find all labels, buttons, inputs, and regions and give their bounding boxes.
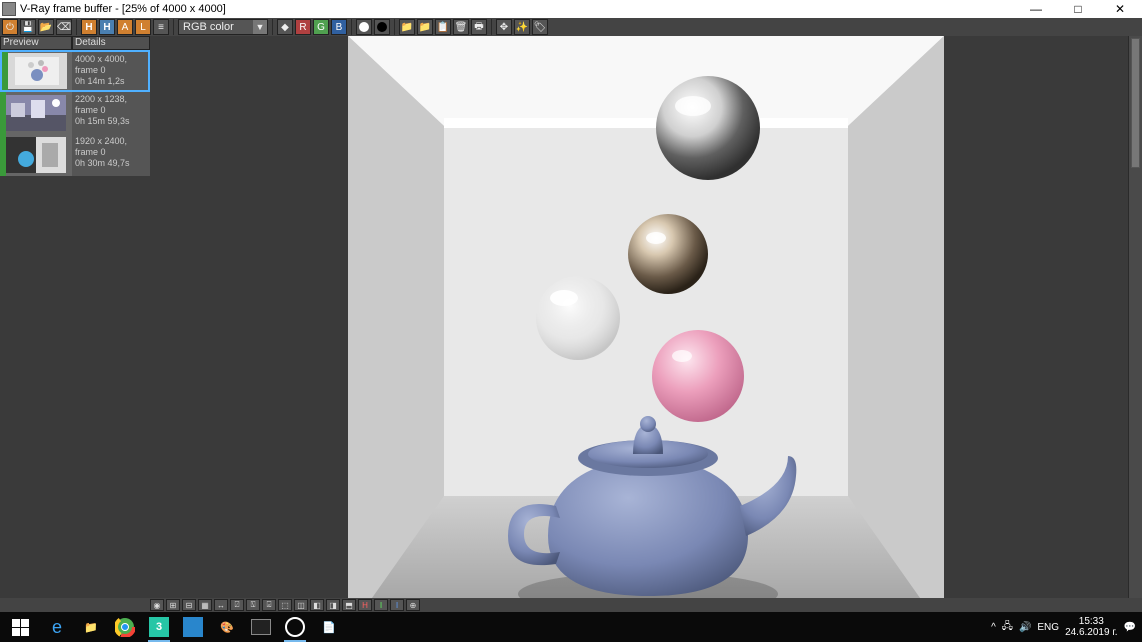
- vertical-scrollbar[interactable]: [1128, 36, 1142, 632]
- history-row[interactable]: 1920 x 2400, frame 0 0h 30m 49,7s: [0, 134, 150, 176]
- taskbar-notes[interactable]: 📄: [312, 612, 346, 642]
- link-button[interactable]: L: [135, 19, 151, 35]
- info-button[interactable]: 🏷: [532, 19, 548, 35]
- red-channel-button[interactable]: R: [295, 19, 311, 35]
- taskbar-chrome[interactable]: [108, 612, 142, 642]
- history-col-details[interactable]: Details: [72, 36, 150, 50]
- sb-btn[interactable]: ǀ: [390, 599, 404, 611]
- workspace: Preview Details 4000 x 4000, frame 0 0h …: [0, 36, 1142, 612]
- sb-btn[interactable]: ⍂: [246, 599, 260, 611]
- black-point-button[interactable]: [374, 19, 390, 35]
- sb-btn[interactable]: ⍁: [230, 599, 244, 611]
- history-col-preview[interactable]: Preview: [0, 36, 72, 50]
- sb-btn[interactable]: ⬒: [342, 599, 356, 611]
- tray-notifications-icon[interactable]: 💬: [1124, 622, 1136, 633]
- a-button[interactable]: A: [117, 19, 133, 35]
- wand-button[interactable]: ✨: [514, 19, 530, 35]
- history-thumb: [0, 92, 72, 134]
- history-details: 2200 x 1238, frame 0 0h 15m 59,3s: [72, 92, 150, 134]
- print-button[interactable]: 🖶: [471, 19, 487, 35]
- history-thumb: [0, 134, 72, 176]
- folder2-button[interactable]: 📁: [417, 19, 433, 35]
- channel-select[interactable]: RGB color ▼: [178, 19, 268, 35]
- clipboard-button[interactable]: 📋: [435, 19, 451, 35]
- tray-lang[interactable]: ENG: [1037, 622, 1059, 633]
- tray-volume-icon[interactable]: 🔊: [1019, 622, 1031, 633]
- close-button[interactable]: ✕: [1100, 1, 1140, 17]
- sb-btn[interactable]: ⊞: [166, 599, 180, 611]
- swatch-button[interactable]: ◆: [277, 19, 293, 35]
- sb-btn[interactable]: ⬚: [278, 599, 292, 611]
- titlebar: V-Ray frame buffer - [25% of 4000 x 4000…: [0, 0, 1142, 18]
- history-row[interactable]: 4000 x 4000, frame 0 0h 14m 1,2s: [0, 50, 150, 92]
- history-row[interactable]: 2200 x 1238, frame 0 0h 15m 59,3s: [0, 92, 150, 134]
- taskbar-edge[interactable]: e: [40, 612, 74, 642]
- history-b-button[interactable]: H: [99, 19, 115, 35]
- toolbar: ⏻ 💾 📂 ⌫ H H A L ≡ RGB color ▼ ◆ R G B 📁 …: [0, 18, 1142, 36]
- start-button[interactable]: [0, 612, 40, 642]
- save-button[interactable]: 💾: [20, 19, 36, 35]
- sb-btn-h[interactable]: H: [358, 599, 372, 611]
- taskbar-vray[interactable]: [278, 612, 312, 642]
- history-thumb: [2, 52, 72, 90]
- white-point-button[interactable]: [356, 19, 372, 35]
- windows-logo-icon: [12, 619, 29, 636]
- history-details: 4000 x 4000, frame 0 0h 14m 1,2s: [72, 52, 148, 90]
- app-icon: [2, 2, 16, 16]
- sb-btn[interactable]: ◫: [294, 599, 308, 611]
- folder-button[interactable]: 📁: [399, 19, 415, 35]
- clear-button[interactable]: ⌫: [56, 19, 72, 35]
- system-tray: ^ 🖧 🔊 ENG 15:33 24.6.2019 г. 💬: [991, 616, 1142, 638]
- sb-btn[interactable]: ⍃: [262, 599, 276, 611]
- taskbar: e 📁 3 🎨 📄 ^ 🖧 🔊 ENG 15:33 24.6.2019 г. 💬: [0, 612, 1142, 642]
- window-title: V-Ray frame buffer - [25% of 4000 x 4000…: [20, 3, 1016, 15]
- sb-btn[interactable]: ⊕: [406, 599, 420, 611]
- taskbar-app[interactable]: 🎨: [210, 612, 244, 642]
- minimize-button[interactable]: —: [1016, 1, 1056, 17]
- scrollbar-thumb[interactable]: [1131, 38, 1140, 168]
- open-button[interactable]: 📂: [38, 19, 54, 35]
- tray-up-icon[interactable]: ^: [991, 622, 996, 633]
- sb-btn[interactable]: ◧: [310, 599, 324, 611]
- sb-btn[interactable]: ◨: [326, 599, 340, 611]
- history-panel: Preview Details 4000 x 4000, frame 0 0h …: [0, 36, 150, 176]
- green-channel-button[interactable]: G: [313, 19, 329, 35]
- render-viewport[interactable]: [348, 36, 944, 632]
- channel-label: RGB color: [183, 21, 234, 33]
- dropdown-arrow-icon: ▼: [253, 20, 267, 34]
- power-button[interactable]: ⏻: [2, 19, 18, 35]
- history-details: 1920 x 2400, frame 0 0h 30m 49,7s: [72, 134, 150, 176]
- tray-network-icon[interactable]: 🖧: [1002, 619, 1013, 636]
- sb-btn[interactable]: ǀ: [374, 599, 388, 611]
- taskbar-explorer[interactable]: 📁: [74, 612, 108, 642]
- history-a-button[interactable]: H: [81, 19, 97, 35]
- taskbar-cmd[interactable]: [244, 612, 278, 642]
- sb-btn[interactable]: ↔: [214, 599, 228, 611]
- maximize-button[interactable]: □: [1058, 1, 1098, 17]
- blue-channel-button[interactable]: B: [331, 19, 347, 35]
- taskbar-3dsmax[interactable]: 3: [142, 612, 176, 642]
- move-button[interactable]: ✥: [496, 19, 512, 35]
- tray-clock[interactable]: 15:33 24.6.2019 г.: [1065, 616, 1117, 638]
- menu-button[interactable]: ≡: [153, 19, 169, 35]
- sb-btn[interactable]: ▦: [198, 599, 212, 611]
- statusbar: ◉ ⊞ ⊟ ▦ ↔ ⍁ ⍂ ⍃ ⬚ ◫ ◧ ◨ ⬒ H ǀ ǀ ⊕: [0, 598, 1142, 612]
- taskbar-app[interactable]: [176, 612, 210, 642]
- trash-button[interactable]: 🗑: [453, 19, 469, 35]
- sb-btn[interactable]: ◉: [150, 599, 164, 611]
- sb-btn[interactable]: ⊟: [182, 599, 196, 611]
